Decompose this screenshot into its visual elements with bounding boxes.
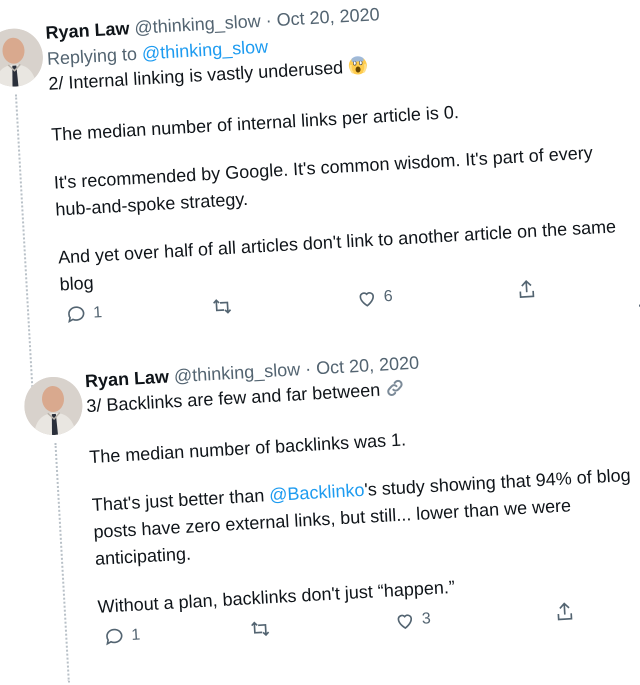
- like-button[interactable]: 6: [355, 286, 393, 310]
- tweet[interactable]: Ryan Law @thinking_slow · Oct 20, 2020 R…: [0, 0, 640, 395]
- share-icon: [515, 278, 538, 301]
- mention-link[interactable]: @Backlinko: [269, 480, 365, 505]
- thread-connector: [14, 94, 34, 395]
- tweet-line: And yet over half of all articles don't …: [57, 216, 617, 268]
- reply-icon: [103, 625, 126, 648]
- share-button[interactable]: [515, 278, 538, 301]
- reply-icon: [65, 303, 88, 326]
- avatar[interactable]: [22, 375, 84, 437]
- author-handle[interactable]: @thinking_slow: [134, 11, 261, 38]
- like-count: 6: [383, 287, 394, 306]
- tweet-paragraph: The median number of internal links per …: [50, 101, 460, 145]
- retweet-button[interactable]: [210, 295, 239, 319]
- heart-icon: [393, 609, 416, 632]
- tweet-line: 's study showing that 94% of blog: [363, 464, 632, 500]
- link-icon: [385, 377, 407, 406]
- author-name[interactable]: Ryan Law: [84, 367, 169, 392]
- author-name[interactable]: Ryan Law: [45, 18, 130, 43]
- tweet-line: It's recommended by Google. It's common …: [53, 142, 594, 193]
- retweet-button[interactable]: [249, 617, 278, 641]
- tweet-date[interactable]: Oct 20, 2020: [276, 4, 380, 30]
- tweet-paragraph: The median number of backlinks was 1.: [88, 429, 407, 468]
- reply-button[interactable]: 1: [103, 625, 141, 649]
- screaming-face-emoji-icon: [347, 55, 369, 84]
- retweet-icon: [210, 295, 233, 318]
- tweet-text: 2/ Internal linking is vastly underused: [48, 38, 640, 298]
- tweet-line: That's just better than: [91, 485, 270, 516]
- tweet-line: hub-and-spoke strategy.: [54, 188, 249, 220]
- heart-icon: [355, 287, 378, 310]
- more-options-icon[interactable]: ···: [636, 293, 640, 317]
- like-button[interactable]: 3: [393, 608, 431, 632]
- share-icon: [553, 600, 576, 623]
- thread-connector: [54, 442, 70, 683]
- reply-count: 1: [130, 626, 141, 645]
- separator: ·: [265, 10, 273, 31]
- share-button[interactable]: [553, 600, 576, 623]
- separator: ·: [304, 358, 312, 379]
- tweet-line: anticipating.: [94, 543, 192, 569]
- thread-screenshot: Ryan Law @thinking_slow · Oct 20, 2020 R…: [0, 0, 640, 683]
- tweet-text: 3/ Backlinks are few and far between The…: [86, 361, 640, 621]
- tweet-line: blog: [59, 272, 95, 295]
- replying-prefix: Replying to: [46, 43, 138, 69]
- retweet-icon: [249, 617, 272, 640]
- reply-count: 1: [92, 304, 103, 322]
- avatar[interactable]: [0, 27, 45, 89]
- reply-button[interactable]: 1: [65, 302, 103, 326]
- like-count: 3: [421, 610, 432, 628]
